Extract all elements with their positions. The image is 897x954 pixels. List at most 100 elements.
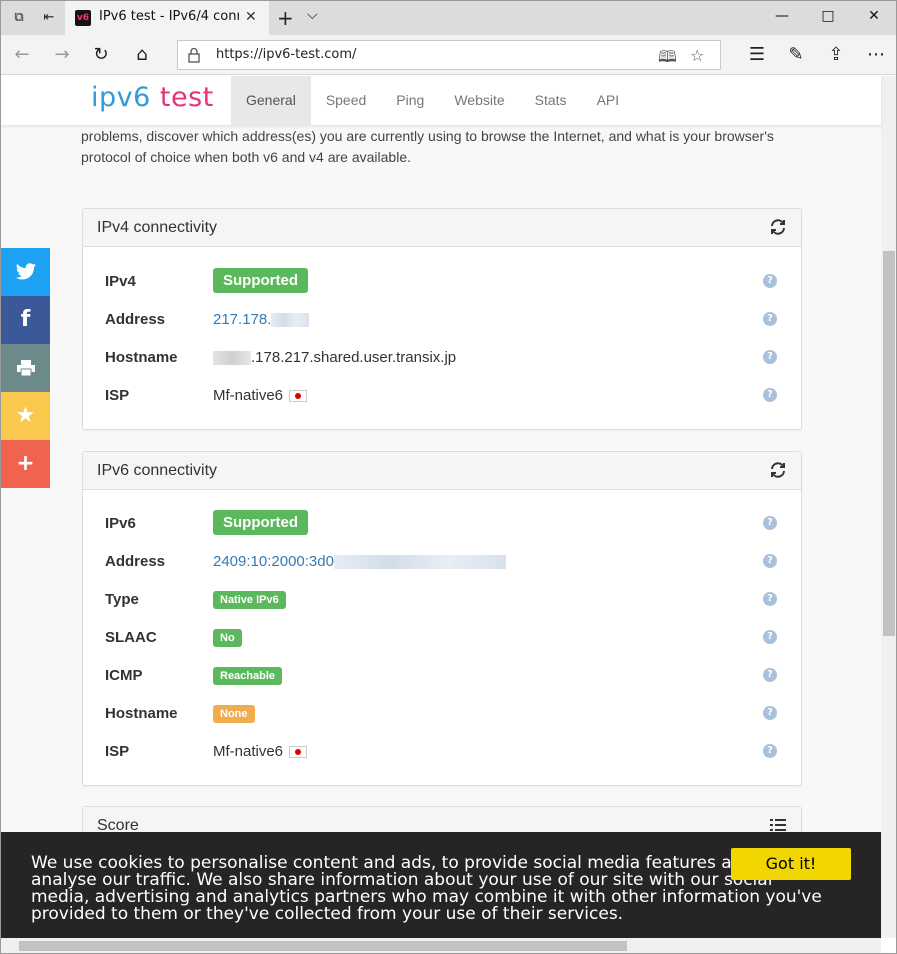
- ipv6-panel-title: IPv6 connectivity: [97, 462, 218, 479]
- facebook-icon: f: [20, 307, 31, 332]
- help-icon[interactable]: ?: [763, 516, 777, 530]
- status-badge: No: [213, 629, 242, 647]
- ipv4-panel-title: IPv4 connectivity: [97, 219, 218, 236]
- row-label: Type: [105, 591, 139, 608]
- print-button[interactable]: [1, 344, 50, 392]
- redacted-blur: [333, 555, 506, 570]
- address-row: Address 217.178. ?: [83, 301, 801, 339]
- star-icon: ★: [15, 403, 36, 428]
- ipv4-address-link[interactable]: 217.178.: [213, 311, 310, 328]
- hostname-row: Hostname None ?: [83, 695, 801, 733]
- row-label: IPv6: [105, 515, 136, 532]
- row-label: SLAAC: [105, 629, 157, 646]
- site-logo[interactable]: ipv6 test: [91, 82, 214, 113]
- vertical-scroll-thumb[interactable]: [883, 251, 895, 636]
- menu-item-ping[interactable]: Ping: [381, 76, 439, 126]
- tab-strip: ⧉ ⇤ v6 IPv6 test - IPv6/4 conne ✕ + ⌵ — …: [1, 1, 896, 35]
- type-row: Type Native IPv6 ?: [83, 581, 801, 619]
- menu-item-general[interactable]: General: [231, 76, 311, 126]
- status-badge: None: [213, 705, 255, 723]
- refresh-icon[interactable]: [769, 461, 787, 479]
- pen-annotate-icon[interactable]: ✎: [785, 44, 807, 66]
- help-icon[interactable]: ?: [763, 706, 777, 720]
- row-label: ISP: [105, 387, 130, 404]
- ipv6-panel: IPv6 connectivity IPv6 Supported ? Addre…: [82, 451, 802, 786]
- menu-item-stats[interactable]: Stats: [520, 76, 582, 126]
- navigation-bar: ← → ↻ ⌂ https://ipv6-test.com/ 🕮 ☆ ☰ ✎ ⇪…: [1, 35, 896, 75]
- home-icon[interactable]: ⌂: [131, 44, 153, 66]
- redacted-blur: [213, 351, 251, 366]
- chevron-down-icon[interactable]: ⌵: [307, 7, 318, 23]
- more-share-button[interactable]: +: [1, 440, 50, 488]
- close-tab-icon[interactable]: ✕: [245, 9, 257, 25]
- help-icon[interactable]: ?: [763, 350, 777, 364]
- ipv6-address-link[interactable]: 2409:10:2000:3d0: [213, 553, 506, 570]
- active-tab[interactable]: v6 IPv6 test - IPv6/4 conne ✕: [65, 1, 269, 35]
- favorite-button[interactable]: ★: [1, 392, 50, 440]
- tab-actions-icon[interactable]: ⧉: [11, 10, 27, 26]
- address-row: Address 2409:10:2000:3d0 ?: [83, 543, 801, 581]
- japan-flag-icon: [289, 390, 308, 403]
- more-options-icon[interactable]: ⋯: [865, 44, 887, 66]
- refresh-icon[interactable]: ↻: [90, 44, 112, 66]
- row-label: Hostname: [105, 705, 178, 722]
- help-icon[interactable]: ?: [763, 744, 777, 758]
- refresh-icon[interactable]: [769, 218, 787, 236]
- row-label: Hostname: [105, 349, 178, 366]
- ipv6-row: IPv6 Supported ?: [83, 505, 801, 543]
- help-icon[interactable]: ?: [763, 312, 777, 326]
- page-content: problems, discover which address(es) you…: [1, 76, 881, 938]
- japan-flag-icon: [289, 746, 308, 759]
- lock-icon: [188, 47, 200, 63]
- row-label: ISP: [105, 743, 130, 760]
- url-text[interactable]: https://ipv6-test.com/: [216, 47, 356, 62]
- icmp-row: ICMP Reachable ?: [83, 657, 801, 695]
- star-favorite-icon[interactable]: ☆: [690, 46, 704, 65]
- row-label: Address: [105, 311, 166, 328]
- site-header: ipv6 test General Speed Ping Website Sta…: [1, 76, 881, 126]
- menu-item-api[interactable]: API: [582, 76, 635, 126]
- printer-icon: [16, 360, 35, 377]
- forward-arrow-icon[interactable]: →: [51, 44, 73, 66]
- ipv4-panel: IPv4 connectivity IPv4 Supported ? Addre…: [82, 208, 802, 430]
- vertical-scrollbar[interactable]: [881, 76, 896, 938]
- share-icon[interactable]: ⇪: [825, 44, 847, 66]
- status-badge: Native IPv6: [213, 591, 286, 609]
- help-icon[interactable]: ?: [763, 274, 777, 288]
- favorites-list-icon[interactable]: ☰: [746, 44, 768, 66]
- ipv4-row: IPv4 Supported ?: [83, 263, 801, 301]
- hostname-value: .178.217.shared.user.transix.jp: [213, 349, 456, 366]
- close-window-icon[interactable]: ✕: [865, 7, 883, 25]
- status-badge: Supported: [213, 510, 308, 535]
- menu-item-website[interactable]: Website: [439, 76, 519, 126]
- isp-value: Mf-native6: [213, 387, 308, 404]
- tab-title: IPv6 test - IPv6/4 conne: [99, 9, 239, 24]
- status-badge: Supported: [213, 268, 308, 293]
- hostname-row: Hostname .178.217.shared.user.transix.jp…: [83, 339, 801, 377]
- ipv4-panel-header: IPv4 connectivity: [83, 209, 801, 247]
- accept-cookies-button[interactable]: Got it!: [731, 848, 851, 880]
- new-tab-icon[interactable]: +: [277, 6, 294, 30]
- slaac-row: SLAAC No ?: [83, 619, 801, 657]
- reading-view-icon[interactable]: 🕮: [658, 46, 677, 73]
- help-icon[interactable]: ?: [763, 630, 777, 644]
- horizontal-scroll-thumb[interactable]: [19, 941, 627, 951]
- cookie-banner: We use cookies to personalise content an…: [1, 832, 881, 938]
- browser-window: ⧉ ⇤ v6 IPv6 test - IPv6/4 conne ✕ + ⌵ — …: [0, 0, 897, 954]
- horizontal-scrollbar[interactable]: [1, 938, 881, 953]
- twitter-share-button[interactable]: [1, 248, 50, 296]
- help-icon[interactable]: ?: [763, 554, 777, 568]
- intro-text: problems, discover which address(es) you…: [81, 128, 774, 165]
- menu-item-speed[interactable]: Speed: [311, 76, 381, 126]
- row-label: Address: [105, 553, 166, 570]
- address-bar[interactable]: https://ipv6-test.com/ 🕮 ☆: [177, 40, 721, 70]
- set-tabs-aside-icon[interactable]: ⇤: [41, 10, 57, 26]
- help-icon[interactable]: ?: [763, 668, 777, 682]
- twitter-icon: [15, 263, 36, 280]
- facebook-share-button[interactable]: f: [1, 296, 50, 344]
- minimize-icon[interactable]: —: [773, 7, 791, 25]
- maximize-icon[interactable]: □: [819, 7, 837, 25]
- help-icon[interactable]: ?: [763, 592, 777, 606]
- back-arrow-icon[interactable]: ←: [11, 44, 33, 66]
- help-icon[interactable]: ?: [763, 388, 777, 402]
